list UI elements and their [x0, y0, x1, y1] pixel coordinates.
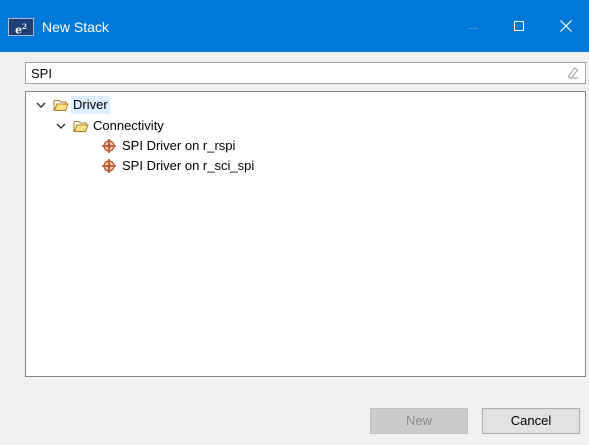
- module-component-icon: [102, 159, 116, 173]
- window-title: New Stack: [42, 19, 109, 35]
- tree-label-driver: Driver: [71, 96, 110, 114]
- chevron-down-icon[interactable]: [35, 99, 47, 111]
- close-icon: [560, 20, 572, 32]
- new-button[interactable]: New: [370, 408, 468, 434]
- search-box: [25, 62, 586, 84]
- tree-label-connectivity: Connectivity: [93, 118, 164, 133]
- maximize-button[interactable]: [496, 0, 542, 52]
- title-bar[interactable]: e2 New Stack: [0, 0, 589, 52]
- clear-eraser-icon[interactable]: [566, 66, 580, 80]
- tree-item-label: SPI Driver on r_rspi: [122, 138, 236, 153]
- minimize-button[interactable]: [450, 0, 496, 52]
- module-component-icon: [102, 139, 116, 153]
- app-icon: e2: [8, 18, 34, 37]
- stack-tree[interactable]: Driver Connectivity SPI Driver on r_rspi: [25, 91, 586, 377]
- close-button[interactable]: [543, 0, 589, 52]
- chevron-down-icon[interactable]: [55, 120, 67, 132]
- new-stack-dialog: e2 New Stack Driver: [0, 0, 589, 445]
- cancel-button[interactable]: Cancel: [482, 408, 580, 434]
- app-icon-sup: 2: [22, 22, 27, 31]
- tree-item-label: SPI Driver on r_sci_spi: [122, 158, 255, 173]
- app-icon-text: e: [15, 23, 23, 37]
- search-input[interactable]: [25, 62, 586, 84]
- folder-open-icon: [53, 100, 69, 111]
- folder-open-icon: [73, 121, 89, 132]
